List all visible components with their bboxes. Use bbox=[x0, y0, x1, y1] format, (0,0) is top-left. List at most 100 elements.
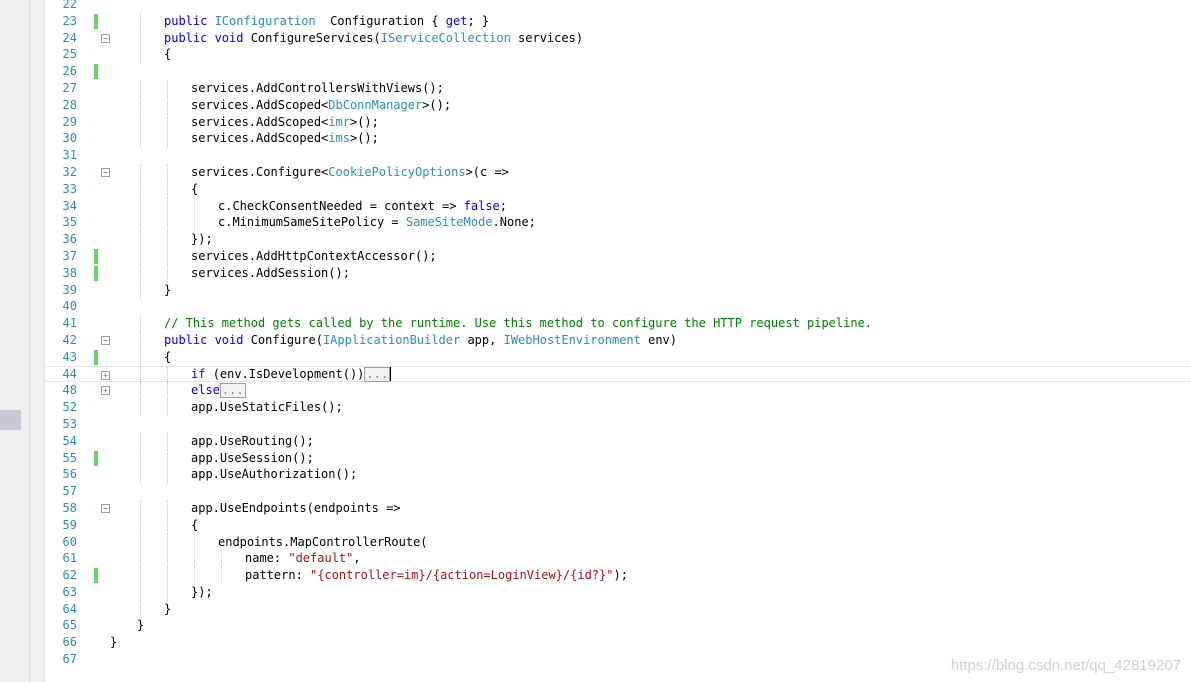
code-line[interactable]: 43 { bbox=[44, 348, 1191, 366]
code-line[interactable]: 58 − app.UseEndpoints(endpoints => bbox=[44, 499, 1191, 517]
collapse-icon[interactable]: − bbox=[101, 335, 110, 345]
code-line[interactable]: 59 { bbox=[44, 516, 1191, 534]
code-text: } bbox=[110, 634, 117, 651]
indent-guide bbox=[194, 533, 195, 551]
code-token: imr bbox=[328, 114, 350, 129]
code-line[interactable]: 39} bbox=[44, 281, 1191, 299]
code-line[interactable]: 62 pattern: "{controller=im}/{action=Logi… bbox=[44, 567, 1191, 585]
code-token: public bbox=[164, 13, 215, 28]
code-line[interactable]: 25 { bbox=[44, 46, 1191, 64]
indent-guide bbox=[140, 516, 141, 534]
collapsed-region[interactable]: ... bbox=[364, 366, 391, 382]
code-line[interactable]: 22 bbox=[44, 0, 1191, 13]
code-line[interactable]: 34 c.CheckConsentNeeded = context => fals… bbox=[44, 197, 1191, 215]
code-line[interactable]: 28 services.AddScoped<DbConnManager>(); bbox=[44, 96, 1191, 114]
code-line[interactable]: 63}); bbox=[44, 583, 1191, 601]
breakpoint-margin[interactable] bbox=[0, 0, 30, 682]
code-token: services) bbox=[510, 30, 584, 45]
line-number: 29 bbox=[62, 114, 77, 129]
collapse-icon[interactable]: − bbox=[101, 33, 110, 43]
code-token: .None; bbox=[492, 215, 536, 230]
expand-icon[interactable]: + bbox=[101, 386, 110, 396]
code-text: pattern: "{controller=im}/{action=LoginV… bbox=[245, 567, 628, 584]
code-line[interactable]: 26 bbox=[44, 63, 1191, 80]
code-token: app.UseAuthorization(); bbox=[191, 467, 358, 482]
code-token: app, bbox=[460, 332, 504, 347]
line-number: 54 bbox=[62, 433, 77, 448]
code-token: services.AddScoped< bbox=[191, 131, 329, 146]
line-number: 26 bbox=[62, 64, 77, 79]
code-line[interactable]: 24 − public void ConfigureServices(IServic… bbox=[44, 29, 1191, 47]
indent-guide bbox=[140, 130, 141, 148]
line-number: 59 bbox=[62, 517, 77, 532]
line-number: 23 bbox=[62, 13, 77, 28]
code-line[interactable]: 65} bbox=[44, 617, 1191, 634]
code-text: public void ConfigureServices(IServiceCo… bbox=[164, 30, 583, 47]
code-line[interactable]: 66} bbox=[44, 634, 1191, 651]
line-number: 28 bbox=[62, 97, 77, 112]
code-line[interactable]: 40 bbox=[44, 298, 1191, 315]
code-line[interactable]: 32 − services.Configure<CookiePolicyOption… bbox=[44, 163, 1191, 181]
code-line[interactable]: 23 public IConfiguration Configuration { … bbox=[44, 12, 1191, 30]
code-line[interactable]: 31 bbox=[44, 147, 1191, 164]
indent-guide bbox=[140, 264, 141, 282]
code-token: // This method gets called by the runtim… bbox=[164, 316, 873, 331]
code-line[interactable]: 38 services.AddSession(); bbox=[44, 264, 1191, 282]
code-text: name: "default", bbox=[245, 550, 361, 567]
code-token: public void bbox=[164, 30, 251, 45]
code-line[interactable]: 54 app.UseRouting(); bbox=[44, 432, 1191, 450]
line-number: 60 bbox=[62, 534, 77, 549]
code-text: app.UseSession(); bbox=[191, 450, 314, 467]
indent-guide bbox=[167, 533, 168, 551]
indent-guide bbox=[194, 550, 195, 568]
line-number: 61 bbox=[62, 551, 77, 566]
indent-guide bbox=[167, 247, 168, 265]
expand-icon[interactable]: + bbox=[101, 370, 110, 380]
indent-guide bbox=[167, 96, 168, 114]
change-marker bbox=[94, 450, 98, 466]
collapse-icon[interactable]: − bbox=[101, 503, 110, 513]
indent-guide bbox=[140, 366, 141, 384]
code-token: { bbox=[164, 349, 172, 364]
code-line[interactable]: 48 + else... bbox=[44, 382, 1191, 400]
code-line[interactable]: 42 − public void Configure(IApplicationBui… bbox=[44, 331, 1191, 349]
code-line[interactable]: 30 services.AddScoped<ims>(); bbox=[44, 130, 1191, 148]
code-editor[interactable]: 22 23 public IConfiguration Configuration … bbox=[44, 0, 1191, 668]
code-line[interactable]: 61 name: "default", bbox=[44, 550, 1191, 568]
code-text: else... bbox=[191, 382, 246, 399]
code-line[interactable]: 37 services.AddHttpContextAccessor(); bbox=[44, 247, 1191, 265]
code-line[interactable]: 52 app.UseStaticFiles(); bbox=[44, 399, 1191, 417]
code-token: env) bbox=[640, 332, 677, 347]
collapse-icon[interactable]: − bbox=[101, 167, 110, 177]
code-token: public void bbox=[164, 332, 251, 347]
indent-guide bbox=[167, 197, 168, 215]
code-line[interactable]: 35 c.MinimumSameSitePolicy = SameSiteMode… bbox=[44, 214, 1191, 232]
code-line[interactable]: 33 { bbox=[44, 180, 1191, 198]
code-text: c.CheckConsentNeeded = context => false; bbox=[218, 198, 507, 215]
code-line[interactable]: 53 bbox=[44, 416, 1191, 433]
collapsed-region[interactable]: ... bbox=[219, 383, 246, 399]
code-text: services.AddScoped<imr>(); bbox=[191, 114, 379, 131]
indent-guide bbox=[221, 567, 222, 585]
indent-guide bbox=[194, 567, 195, 585]
code-line[interactable]: 64} bbox=[44, 600, 1191, 618]
code-line[interactable]: 55 app.UseSession(); bbox=[44, 449, 1191, 467]
indent-guide bbox=[140, 96, 141, 114]
code-line[interactable]: 56 app.UseAuthorization(); bbox=[44, 466, 1191, 484]
code-line[interactable]: 36}); bbox=[44, 231, 1191, 249]
code-line[interactable]: 60 endpoints.MapControllerRoute( bbox=[44, 533, 1191, 551]
code-line[interactable]: 29 services.AddScoped<imr>(); bbox=[44, 113, 1191, 131]
code-token: Configure( bbox=[250, 332, 323, 347]
code-token: app.UseRouting(); bbox=[191, 433, 314, 448]
code-line[interactable]: 27 services.AddControllersWithViews(); bbox=[44, 79, 1191, 97]
indent-guide bbox=[167, 79, 168, 97]
code-text: endpoints.MapControllerRoute( bbox=[218, 534, 428, 551]
code-token: IConfiguration bbox=[214, 13, 316, 28]
code-line[interactable]: 57 bbox=[44, 483, 1191, 500]
code-token: IWebHostEnvironment bbox=[503, 332, 641, 347]
code-line[interactable]: 44 + if (env.IsDevelopment())... bbox=[44, 365, 1191, 384]
code-line[interactable]: 41 // This method gets called by the runt… bbox=[44, 315, 1191, 333]
indent-guide bbox=[167, 214, 168, 232]
line-number: 55 bbox=[62, 450, 77, 465]
scroll-position-marker bbox=[0, 410, 21, 430]
